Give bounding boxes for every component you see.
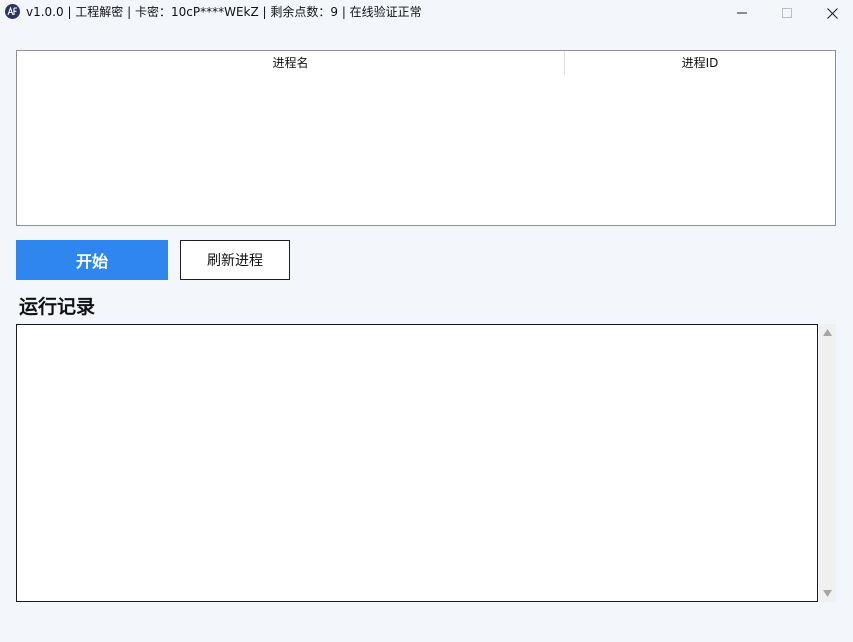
arrow-down-icon (823, 590, 832, 597)
title-bar: v1.0.0 | 工程解密 | 卡密：10cP****WEkZ | 剩余点数：9… (0, 0, 853, 26)
log-scrollbar[interactable] (819, 324, 836, 602)
close-icon (826, 7, 838, 19)
maximize-icon (782, 8, 792, 18)
column-header-process-id[interactable]: 进程ID (565, 51, 835, 75)
log-output[interactable] (16, 324, 818, 602)
minimize-button[interactable] (719, 0, 765, 26)
log-section-title: 运行记录 (19, 296, 96, 318)
app-logo-icon (5, 4, 20, 19)
arrow-up-icon (823, 329, 832, 336)
scroll-up-button[interactable] (819, 324, 836, 341)
column-header-process-name[interactable]: 进程名 (17, 51, 565, 75)
scroll-down-button[interactable] (819, 585, 836, 602)
window-title: v1.0.0 | 工程解密 | 卡密：10cP****WEkZ | 剩余点数：9… (26, 5, 422, 19)
minimize-icon (737, 12, 747, 14)
close-button[interactable] (809, 0, 853, 26)
refresh-process-button[interactable]: 刷新进程 (180, 240, 290, 280)
maximize-button[interactable] (764, 0, 810, 26)
process-list-header: 进程名 进程ID (17, 51, 835, 75)
process-list[interactable]: 进程名 进程ID (16, 50, 836, 226)
start-button[interactable]: 开始 (16, 240, 168, 280)
